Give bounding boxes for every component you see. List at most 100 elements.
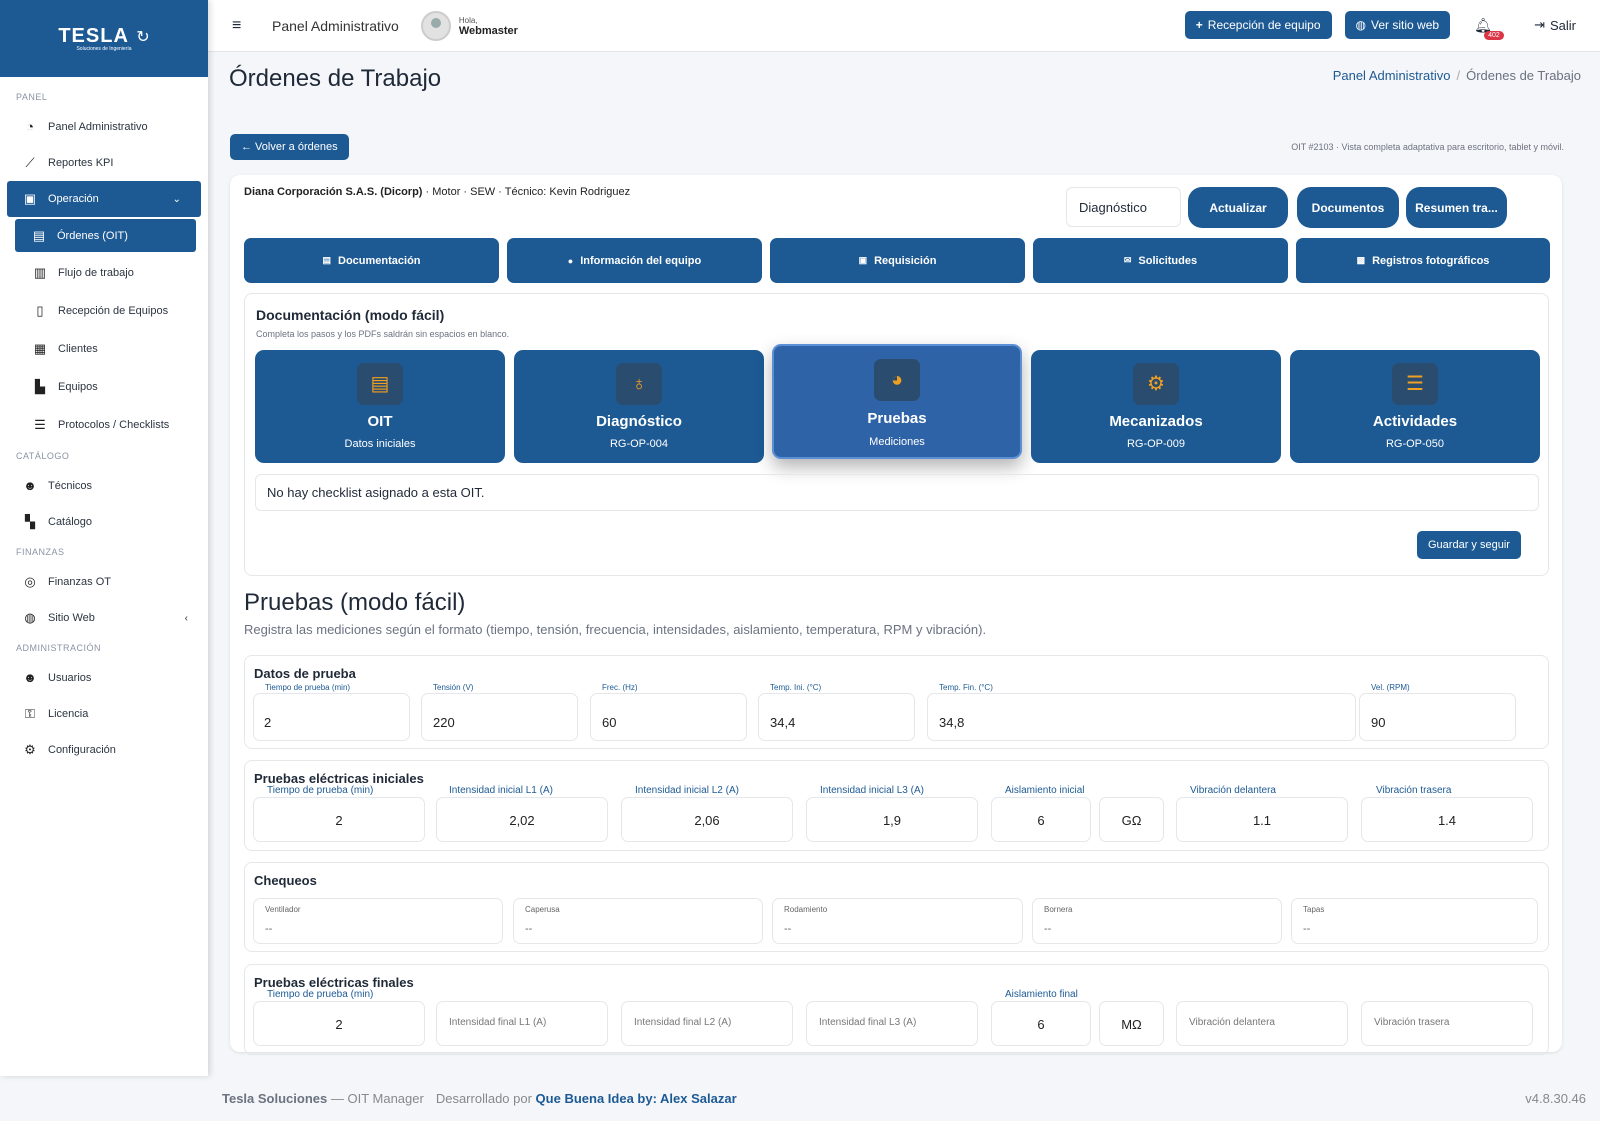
update-button[interactable]: Actualizar [1188, 187, 1288, 228]
sidebar-item-flujo[interactable]: ▥ Flujo de trabajo [0, 254, 208, 292]
tab-solicitudes[interactable]: ✉ Solicitudes [1033, 238, 1288, 283]
insulation-unit-select[interactable]: GΩ [1099, 797, 1164, 842]
page-title: Órdenes de Trabajo [229, 65, 442, 92]
check-rodamiento[interactable]: Rodamiento -- [772, 898, 1023, 944]
field-label: Tiempo de prueba (min) [267, 785, 374, 796]
sidebar-item-ordenes[interactable]: ▤ Órdenes (OIT) [15, 219, 196, 252]
sidebar-item-usuarios[interactable]: ☻ Usuarios [0, 660, 208, 696]
initial-vib-front-input[interactable]: 1.1 [1176, 797, 1348, 842]
user-gear-icon: ☻ [23, 478, 37, 493]
final-vib-front-input[interactable]: Vibración delantera [1176, 1001, 1348, 1046]
file-icon: ▤ [322, 255, 331, 265]
field-label: Intensidad inicial L2 (A) [635, 785, 739, 796]
final-time-input[interactable]: 2 [253, 1001, 425, 1046]
temp-initial-input[interactable]: 34,4 [758, 693, 915, 741]
section-title: Pruebas eléctricas iniciales [254, 771, 424, 786]
chevron-left-icon: ‹ [184, 612, 188, 624]
sidebar-item-finanzas[interactable]: ◎ Finanzas OT [0, 564, 208, 600]
sidebar-item-tecnicos[interactable]: ☻ Técnicos [0, 468, 208, 504]
save-continue-button[interactable]: Guardar y seguir [1417, 531, 1521, 559]
final-insulation-unit-select[interactable]: MΩ [1099, 1001, 1164, 1046]
temp-final-input[interactable]: 34,8 [927, 693, 1356, 741]
section-title: Chequeos [254, 873, 317, 888]
step-mecanizados[interactable]: ⚙ Mecanizados RG-OP-009 [1031, 350, 1281, 463]
topbar: ≡ Panel Administrativo Hola, Webmaster + R… [208, 0, 1600, 52]
view-site-button[interactable]: ◍ Ver sitio web [1344, 11, 1451, 39]
field-label: Vibración delantera [1190, 785, 1276, 796]
breadcrumb-home[interactable]: Panel Administrativo [1333, 68, 1451, 83]
initial-l2-input[interactable]: 2,06 [621, 797, 793, 842]
logout-button[interactable]: ⇥ Salir [1534, 17, 1576, 33]
step-actividades[interactable]: ☰ Actividades RG-OP-050 [1290, 350, 1540, 463]
sidebar-item-equipos[interactable]: ▙ Equipos [0, 368, 208, 406]
logo-text: TESLA [58, 25, 129, 47]
plus-icon: + [1195, 18, 1203, 32]
topbar-title[interactable]: Panel Administrativo [272, 18, 399, 34]
sidebar-item-kpi[interactable]: ⟋ Reportes KPI [0, 145, 208, 181]
field-label: Vibración trasera [1376, 785, 1452, 796]
final-l1-input[interactable]: Intensidad final L1 (A) [436, 1001, 608, 1046]
sidebar-item-catalogo[interactable]: ▚ Catálogo [0, 504, 208, 540]
section-panel: PANEL [16, 92, 48, 102]
initial-l3-input[interactable]: 1,9 [806, 797, 978, 842]
pruebas-title: Pruebas (modo fácil) [244, 589, 466, 616]
reception-button[interactable]: + Recepción de equipo [1184, 11, 1332, 39]
documentation-panel: Documentación (modo fácil) Completa los … [244, 293, 1549, 576]
hamburger-menu-icon[interactable]: ≡ [232, 17, 248, 35]
final-vib-rear-input[interactable]: Vibración trasera [1361, 1001, 1533, 1046]
user-greeting[interactable]: Hola, Webmaster [459, 15, 518, 37]
initial-time-input[interactable]: 2 [253, 797, 425, 842]
initial-l1-input[interactable]: 2,02 [436, 797, 608, 842]
sidebar-item-clientes[interactable]: ▦ Clientes [0, 330, 208, 368]
step-oit[interactable]: ▤ OIT Datos iniciales [255, 350, 505, 463]
rpm-input[interactable]: 90 [1359, 693, 1516, 741]
step-pruebas[interactable]: ◕ Pruebas Mediciones [772, 344, 1022, 459]
initial-insulation-input[interactable]: 6 [991, 797, 1091, 842]
sidebar-item-protocolos[interactable]: ☰ Protocolos / Checklists [0, 406, 208, 444]
breadcrumb-current: Órdenes de Trabajo [1466, 68, 1581, 83]
back-to-orders-button[interactable]: ← Volver a órdenes [230, 134, 349, 160]
industry-icon: ▙ [35, 379, 45, 394]
check-ventilador[interactable]: Ventilador -- [253, 898, 503, 944]
tab-documentacion[interactable]: ▤ Documentación [244, 238, 499, 283]
footer-dev-prefix: Desarrollado por [435, 1091, 536, 1106]
check-caperusa[interactable]: Caperusa -- [513, 898, 763, 944]
notifications-button[interactable]: 🔔︎ 402 [1474, 17, 1504, 40]
pruebas-subtitle: Registra las mediciones según el formato… [244, 622, 987, 637]
voltage-input[interactable]: 220 [421, 693, 578, 741]
brand-logo[interactable]: TESLA ↻ Soluciones de Ingeniería [0, 0, 208, 77]
status-field[interactable]: Diagnóstico [1066, 187, 1181, 227]
sidebar-item-panel[interactable]: ◔ Panel Administrativo [0, 109, 208, 145]
footer-product: — OIT Manager [327, 1091, 424, 1106]
cogs-icon: ⚙ [1133, 363, 1179, 405]
final-l2-input[interactable]: Intensidad final L2 (A) [621, 1001, 793, 1046]
boxes-icon: ▚ [25, 514, 35, 529]
avatar[interactable] [420, 10, 451, 41]
tab-registros-fotograficos[interactable]: ▩ Registros fotográficos [1296, 238, 1550, 283]
initial-vib-rear-input[interactable]: 1.4 [1361, 797, 1533, 842]
tab-requisicion[interactable]: ▣ Requisición [770, 238, 1025, 283]
frequency-input[interactable]: 60 [590, 693, 747, 741]
sidebar-item-configuracion[interactable]: ⚙ Configuración [0, 732, 208, 768]
test-time-input[interactable]: 2 [253, 693, 410, 741]
step-diagnostico[interactable]: ♁ Diagnóstico RG-OP-004 [514, 350, 764, 463]
logo-swirl-icon: ↻ [136, 29, 150, 46]
info-icon: ● [567, 255, 574, 266]
field-label: Tensión (V) [433, 683, 474, 692]
tab-informacion-equipo[interactable]: ● Información del equipo [507, 238, 762, 283]
check-tapas[interactable]: Tapas -- [1291, 898, 1538, 944]
field-label: Temp. Fin. (°C) [939, 683, 993, 692]
final-l3-input[interactable]: Intensidad final L3 (A) [806, 1001, 978, 1046]
sidebar-item-licencia[interactable]: ⚿ Licencia [0, 696, 208, 732]
documents-button[interactable]: Documentos [1297, 187, 1399, 228]
summary-button[interactable]: Resumen tra... [1406, 187, 1507, 228]
sidebar-item-operacion[interactable]: ▣ Operación ⌄ [7, 181, 201, 217]
check-bornera[interactable]: Bornera -- [1032, 898, 1282, 944]
chart-line-icon: ⟋ [25, 155, 35, 170]
footer-dev-link[interactable]: Que Buena Idea by: Alex Salazar [536, 1091, 737, 1106]
sidebar-item-recepcion[interactable]: ▯ Recepción de Equipos [0, 292, 208, 330]
final-insulation-input[interactable]: 6 [991, 1001, 1091, 1046]
field-label: Intensidad inicial L3 (A) [820, 785, 924, 796]
doc-subtitle: Completa los pasos y los PDFs saldrán si… [256, 329, 510, 339]
sidebar-item-sitio[interactable]: ◍ Sitio Web ‹ [0, 600, 208, 636]
